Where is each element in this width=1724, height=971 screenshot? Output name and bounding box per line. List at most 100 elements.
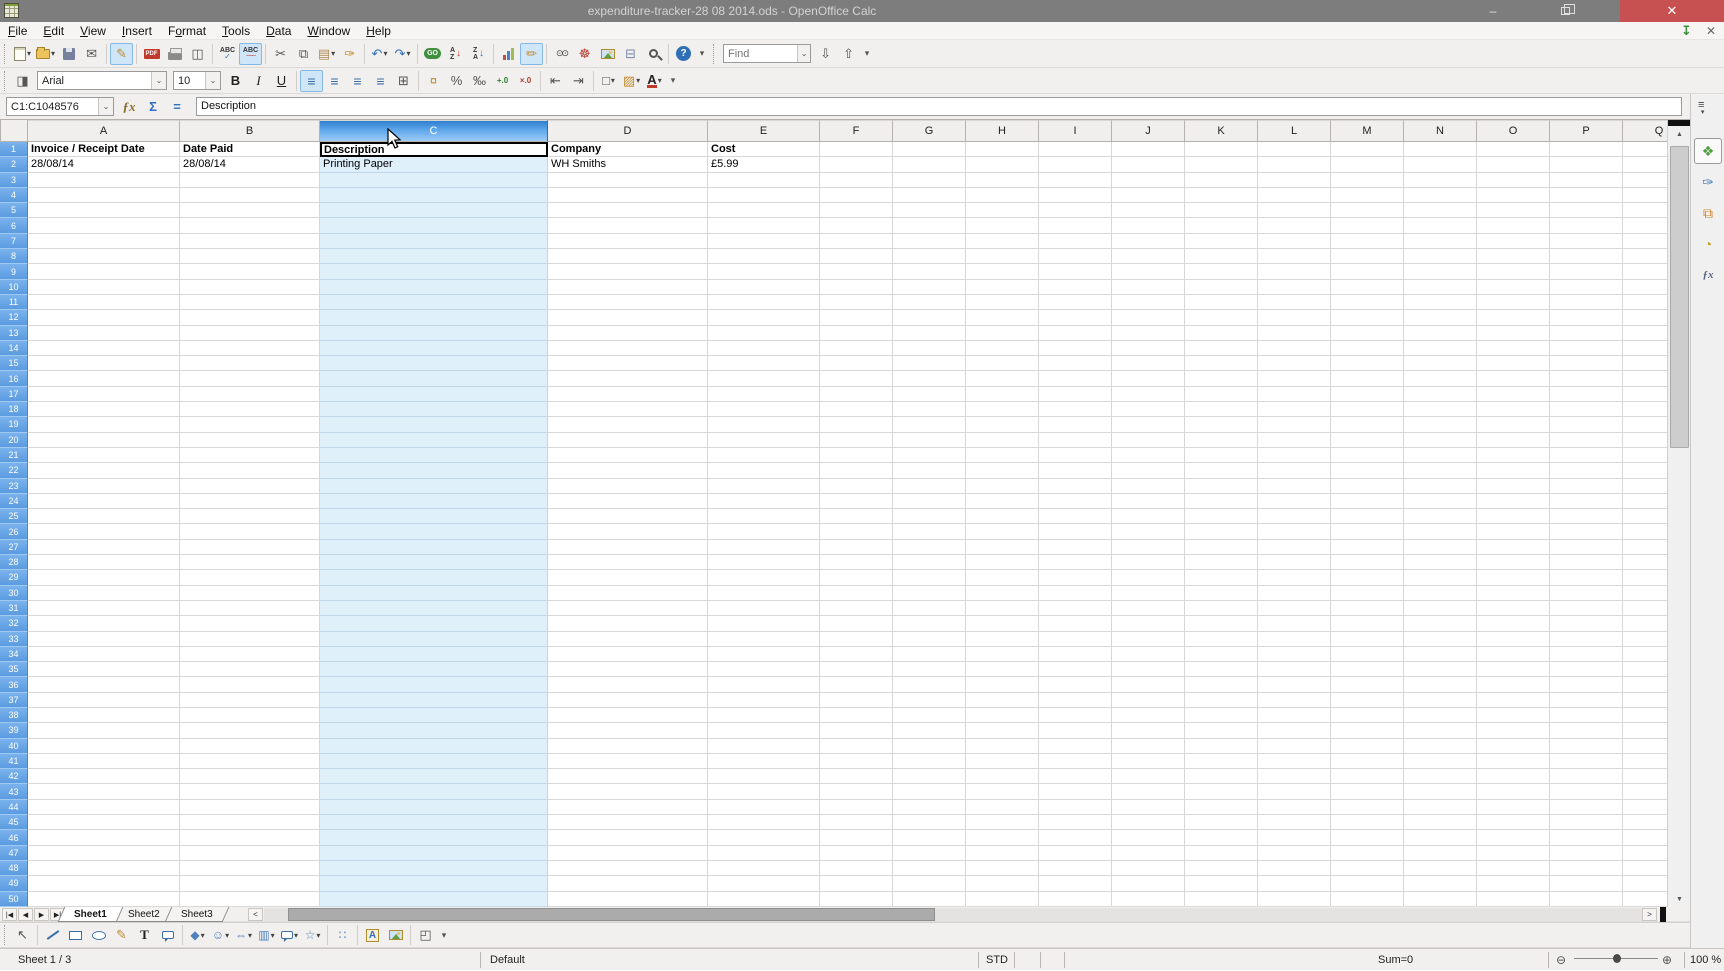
cell-E21[interactable]: [708, 448, 820, 463]
cell-P18[interactable]: [1550, 402, 1623, 417]
cell-Q23[interactable]: [1623, 479, 1667, 494]
cell-N41[interactable]: [1404, 754, 1477, 769]
cell-D8[interactable]: [548, 249, 708, 264]
cell-D10[interactable]: [548, 280, 708, 295]
cell-J35[interactable]: [1112, 662, 1185, 677]
minimize-button[interactable]: –: [1470, 0, 1516, 22]
cell-G34[interactable]: [893, 647, 966, 662]
row-header-47[interactable]: 47: [0, 846, 28, 861]
cell-H14[interactable]: [966, 341, 1039, 356]
cell-K40[interactable]: [1185, 739, 1258, 754]
cell-O31[interactable]: [1477, 601, 1550, 616]
cell-N16[interactable]: [1404, 371, 1477, 386]
cell-D40[interactable]: [548, 739, 708, 754]
cell-N48[interactable]: [1404, 861, 1477, 876]
background-color-icon-dropdown[interactable]: ▾: [636, 76, 640, 85]
column-header-E[interactable]: E: [708, 120, 820, 142]
cell-J19[interactable]: [1112, 417, 1185, 432]
cell-E41[interactable]: [708, 754, 820, 769]
cell-L48[interactable]: [1258, 861, 1331, 876]
cell-Q50[interactable]: [1623, 892, 1667, 907]
cell-O7[interactable]: [1477, 234, 1550, 249]
cell-Q15[interactable]: [1623, 356, 1667, 371]
cell-F43[interactable]: [820, 784, 893, 799]
cell-J42[interactable]: [1112, 769, 1185, 784]
cell-C39[interactable]: [320, 723, 548, 738]
paste-icon[interactable]: ▤▾: [315, 43, 338, 65]
cell-E40[interactable]: [708, 739, 820, 754]
cell-M6[interactable]: [1331, 218, 1404, 233]
background-color-icon[interactable]: ▨▾: [620, 70, 643, 92]
cell-Q1[interactable]: [1623, 142, 1667, 157]
cell-I6[interactable]: [1039, 218, 1112, 233]
save-icon[interactable]: [57, 43, 80, 65]
cell-M16[interactable]: [1331, 371, 1404, 386]
cell-C47[interactable]: [320, 846, 548, 861]
cell-F50[interactable]: [820, 892, 893, 907]
cell-B33[interactable]: [180, 632, 320, 647]
cell-G19[interactable]: [893, 417, 966, 432]
cell-I16[interactable]: [1039, 371, 1112, 386]
cell-D35[interactable]: [548, 662, 708, 677]
cell-G28[interactable]: [893, 555, 966, 570]
callouts-icon[interactable]: ▾: [278, 924, 301, 946]
cell-G8[interactable]: [893, 249, 966, 264]
cell-A23[interactable]: [28, 479, 180, 494]
horizontal-scrollbar-thumb[interactable]: [288, 908, 935, 921]
cell-I37[interactable]: [1039, 693, 1112, 708]
cell-G41[interactable]: [893, 754, 966, 769]
cell-O1[interactable]: [1477, 142, 1550, 157]
cell-G23[interactable]: [893, 479, 966, 494]
cell-G16[interactable]: [893, 371, 966, 386]
cell-L12[interactable]: [1258, 310, 1331, 325]
cell-L16[interactable]: [1258, 371, 1331, 386]
cell-O14[interactable]: [1477, 341, 1550, 356]
menu-help[interactable]: Help: [358, 22, 399, 40]
cell-K36[interactable]: [1185, 677, 1258, 692]
cell-O24[interactable]: [1477, 494, 1550, 509]
cell-B49[interactable]: [180, 876, 320, 891]
formatting-overflow-icon[interactable]: ▾: [666, 70, 680, 92]
cell-P42[interactable]: [1550, 769, 1623, 784]
cell-I8[interactable]: [1039, 249, 1112, 264]
cell-A38[interactable]: [28, 708, 180, 723]
cell-A36[interactable]: [28, 677, 180, 692]
cell-A31[interactable]: [28, 601, 180, 616]
cell-P13[interactable]: [1550, 326, 1623, 341]
find-box[interactable]: ⌄: [723, 44, 811, 63]
cell-G14[interactable]: [893, 341, 966, 356]
find-replace-icon[interactable]: ⊙⊙: [550, 43, 573, 65]
cell-C11[interactable]: [320, 295, 548, 310]
cell-N38[interactable]: [1404, 708, 1477, 723]
cell-G45[interactable]: [893, 815, 966, 830]
column-header-A[interactable]: A: [28, 120, 180, 142]
cell-C8[interactable]: [320, 249, 548, 264]
undo-icon[interactable]: ↶▾: [368, 43, 391, 65]
row-header-45[interactable]: 45: [0, 815, 28, 830]
cell-K33[interactable]: [1185, 632, 1258, 647]
cell-N43[interactable]: [1404, 784, 1477, 799]
show-draw-functions-icon[interactable]: ✏: [520, 43, 543, 65]
cell-F46[interactable]: [820, 830, 893, 845]
row-header-23[interactable]: 23: [0, 479, 28, 494]
cell-F6[interactable]: [820, 218, 893, 233]
column-header-I[interactable]: I: [1039, 120, 1112, 142]
cell-O8[interactable]: [1477, 249, 1550, 264]
cell-J38[interactable]: [1112, 708, 1185, 723]
cell-F12[interactable]: [820, 310, 893, 325]
cell-H47[interactable]: [966, 846, 1039, 861]
cell-G42[interactable]: [893, 769, 966, 784]
cell-P48[interactable]: [1550, 861, 1623, 876]
hyperlink-icon[interactable]: GO: [421, 43, 444, 65]
font-size-box[interactable]: 10⌄: [173, 71, 221, 90]
cell-M20[interactable]: [1331, 433, 1404, 448]
cell-G5[interactable]: [893, 203, 966, 218]
name-box-dropdown-icon[interactable]: ⌄: [98, 98, 113, 115]
cell-L3[interactable]: [1258, 173, 1331, 188]
block-arrows-icon-dropdown[interactable]: ▾: [248, 931, 252, 940]
cell-J33[interactable]: [1112, 632, 1185, 647]
cell-P36[interactable]: [1550, 677, 1623, 692]
cell-F10[interactable]: [820, 280, 893, 295]
cell-O38[interactable]: [1477, 708, 1550, 723]
cell-Q49[interactable]: [1623, 876, 1667, 891]
